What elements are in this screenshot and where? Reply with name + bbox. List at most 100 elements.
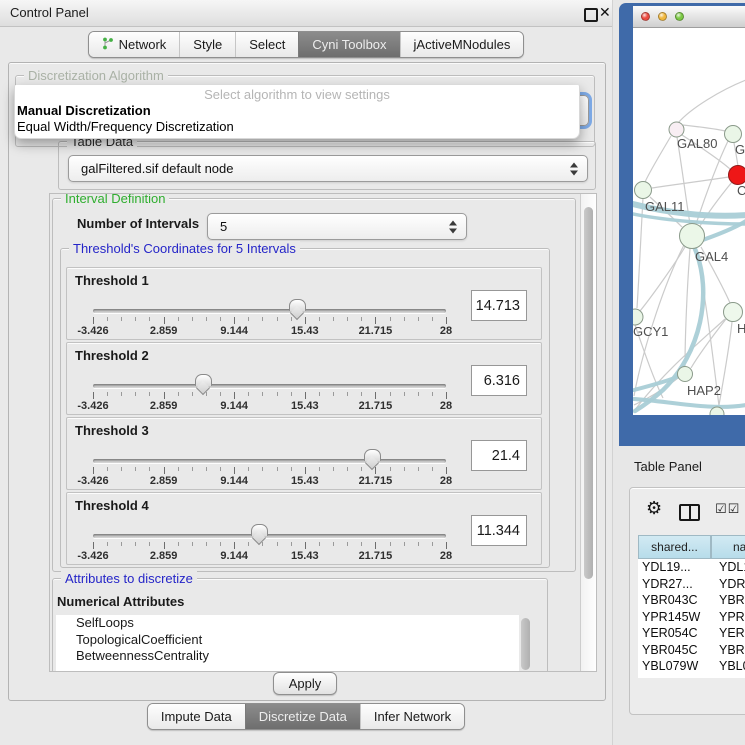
network-node-label: HAP2 [687, 383, 721, 398]
bottom-tab-infer-network[interactable]: Infer Network [360, 704, 464, 729]
slider-ticks [93, 467, 446, 475]
column-header-shared[interactable]: shared... [638, 535, 711, 559]
tab-jactivemnodules[interactable]: jActiveMNodules [400, 32, 524, 57]
table-row-ydl19-[interactable]: YDL19...YDL1 [638, 559, 745, 576]
table-row-ybr043c[interactable]: YBR043CYBR0 [638, 592, 745, 609]
cell-shared-name: YDR27... [642, 577, 693, 591]
combo-arrows-icon [570, 162, 579, 175]
spinner-arrows-icon [449, 220, 458, 233]
number-of-intervals-spinner[interactable]: 5 [207, 213, 467, 240]
algorithm-option-manual-discretization[interactable]: Manual Discretization [15, 103, 579, 119]
threshold-2-slider-track[interactable] [93, 384, 446, 388]
table-row-ylr345w[interactable]: YLR345WYLR3 [638, 675, 745, 679]
threshold-3-slider-thumb[interactable] [364, 449, 381, 461]
bottom-tab-discretize-data[interactable]: Discretize Data [245, 704, 360, 729]
table-row-ybl079w[interactable]: YBL079WYBL0 [638, 658, 745, 675]
table-data-combobox[interactable]: galFiltered.sif default node [68, 155, 588, 182]
slider-ticks [93, 317, 446, 325]
close-icon[interactable]: ✕ [599, 4, 611, 21]
attributes-list-scrollbar-thumb[interactable] [521, 618, 530, 670]
network-edge[interactable] [678, 80, 745, 123]
threshold-2-value-field[interactable]: 6.316 [471, 365, 527, 396]
mac-close-icon[interactable] [641, 12, 650, 21]
tab-cyni-toolbox[interactable]: Cyni Toolbox [298, 32, 399, 57]
network-canvas[interactable]: GAL80GACGAL11GAL4GCY1HHAP2 [633, 28, 745, 415]
threshold-2-label: Threshold 2 [75, 348, 149, 363]
table-row-yer054c[interactable]: YER054CYER0 [638, 625, 745, 642]
settings-scroll-area: Interval Definition Number of Intervals … [49, 193, 597, 672]
network-edge[interactable] [683, 125, 729, 132]
table-row-ybr045c[interactable]: YBR045CYBR0 [638, 642, 745, 659]
checkboxes-icon[interactable]: ☑☑ [715, 501, 740, 517]
mac-minimize-icon[interactable] [658, 12, 667, 21]
network-edge[interactable] [700, 182, 732, 226]
algorithm-placeholder-option[interactable]: Select algorithm to view settings [15, 85, 579, 103]
threshold-1-slider-thumb[interactable] [289, 299, 306, 311]
network-node-gal80[interactable] [669, 122, 684, 137]
table-row-ydr27-[interactable]: YDR27... YDR2 [638, 576, 745, 593]
column-header-name[interactable]: name [711, 535, 745, 559]
cell-shared-name: YBR043C [642, 593, 698, 607]
network-node-gal11[interactable] [635, 182, 652, 199]
gear-icon[interactable]: ⚙ [646, 498, 662, 519]
network-node-label: GAL11 [645, 199, 685, 214]
bottom-tab-impute-data[interactable]: Impute Data [148, 704, 245, 729]
table-data-group: Table Data galFiltered.sif default node [58, 141, 596, 190]
network-edge[interactable] [645, 136, 671, 182]
network-edge[interactable] [696, 141, 728, 224]
vertical-scrollbar[interactable] [580, 194, 597, 671]
control-panel: Control Panel ✕ NetworkStyleSelectCyni T… [0, 0, 612, 745]
slider-tick-labels: -3.4262.8599.14415.4321.71528 [93, 325, 446, 337]
tab-select[interactable]: Select [235, 32, 298, 57]
cell-name: YDR2 [719, 577, 745, 591]
attribute-item-topologicalcoefficient[interactable]: TopologicalCoefficient [56, 632, 519, 649]
float-window-icon[interactable] [584, 8, 598, 22]
slider-tick-labels: -3.4262.8599.14415.4321.71528 [93, 475, 446, 487]
mac-zoom-icon[interactable] [675, 12, 684, 21]
threshold-1-value-field[interactable]: 14.713 [471, 290, 527, 321]
bottom-tab-bar: Impute DataDiscretize DataInfer Network [0, 703, 612, 730]
slider-tick-labels: -3.4262.8599.14415.4321.71528 [93, 400, 446, 412]
network-node-c[interactable] [729, 166, 745, 185]
network-view-window: GAL80GACGAL11GAL4GCY1HHAP2 [619, 3, 745, 446]
attribute-item-selfloops[interactable]: SelfLoops [56, 615, 519, 632]
network-node-gal4[interactable] [680, 224, 705, 249]
threshold-4-panel: Threshold 4-3.4262.8599.14415.4321.71528… [66, 492, 542, 565]
tab-network[interactable]: Network [89, 32, 180, 57]
apply-button[interactable]: Apply [273, 672, 337, 695]
algorithm-option-equal-width-frequency-discretization[interactable]: Equal Width/Frequency Discretization [15, 119, 579, 135]
number-of-intervals-label: Number of Intervals [77, 216, 199, 231]
interval-definition-group-title: Interval Definition [61, 193, 169, 206]
threshold-3-slider-track[interactable] [93, 459, 446, 463]
vertical-scrollbar-thumb[interactable] [584, 207, 593, 579]
network-node-ga[interactable] [725, 126, 742, 143]
threshold-4-slider-track[interactable] [93, 534, 446, 538]
threshold-3-panel: Threshold 3-3.4262.8599.14415.4321.71528… [66, 417, 542, 490]
discretization-algorithm-group-title: Discretization Algorithm [24, 68, 168, 83]
threshold-3-value-field[interactable]: 21.4 [471, 440, 527, 471]
cell-shared-name: YPR145W [642, 610, 700, 624]
right-pane: GAL80GACGAL11GAL4GCY1HHAP2 Table Panel ⚙… [612, 0, 745, 745]
slider-ticks [93, 392, 446, 400]
tab-select-label: Select [249, 37, 285, 52]
threshold-2-panel: Threshold 2 -3.4262.8599.14415.4321.71528… [66, 342, 542, 415]
tab-style-label: Style [193, 37, 222, 52]
network-node-hap2[interactable] [678, 367, 693, 382]
threshold-1-slider-track[interactable] [93, 309, 446, 313]
attributes-group-title: Attributes to discretize [61, 571, 197, 586]
network-window-titlebar[interactable] [633, 6, 745, 28]
threshold-2-slider-thumb[interactable] [195, 374, 212, 386]
network-node-gcy1[interactable] [633, 309, 643, 325]
network-node-h[interactable] [724, 303, 743, 322]
cell-shared-name: YER054C [642, 626, 698, 640]
threshold-4-value-field[interactable]: 11.344 [471, 515, 527, 546]
attribute-item-betweennesscentrality[interactable]: BetweennessCentrality [56, 648, 519, 665]
thresholds-group-title: Threshold's Coordinates for 5 Intervals [69, 241, 300, 256]
tab-style[interactable]: Style [179, 32, 235, 57]
network-edge[interactable] [652, 177, 729, 188]
network-node-label: GAL4 [695, 249, 728, 264]
columns-icon[interactable] [679, 504, 700, 521]
number-of-intervals-value: 5 [220, 214, 227, 239]
table-row-ypr145w[interactable]: YPR145WYPR1 [638, 609, 745, 626]
threshold-4-slider-thumb[interactable] [251, 524, 268, 536]
